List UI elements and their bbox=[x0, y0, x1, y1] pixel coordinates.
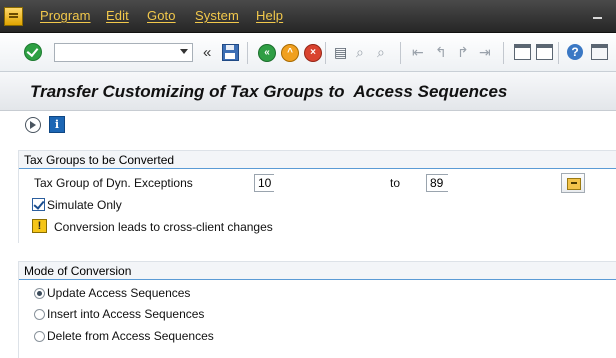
toolbar-separator bbox=[503, 42, 504, 64]
to-label: to bbox=[390, 176, 401, 190]
save-icon bbox=[222, 44, 239, 61]
last-page-icon[interactable]: ⇥ bbox=[479, 44, 491, 61]
exit-button[interactable]: ^ bbox=[281, 44, 299, 62]
menu-program[interactable]: Program bbox=[40, 8, 91, 23]
radio-update-access-sequences[interactable] bbox=[34, 288, 45, 299]
cancel-button[interactable]: × bbox=[304, 44, 322, 62]
exit-icon: ^ bbox=[281, 44, 299, 62]
back-button[interactable]: « bbox=[258, 44, 276, 62]
expand-command-icon[interactable]: « bbox=[203, 44, 211, 61]
simulate-only-checkbox[interactable] bbox=[32, 198, 45, 211]
tax-group-to-field[interactable]: 89 bbox=[426, 174, 448, 192]
simulate-only-label: Simulate Only bbox=[47, 198, 122, 212]
cancel-icon: × bbox=[304, 44, 322, 62]
new-session-icon[interactable] bbox=[514, 44, 531, 60]
next-page-icon[interactable]: ↱ bbox=[457, 44, 469, 61]
multiple-selection-button[interactable] bbox=[561, 173, 585, 193]
command-dropdown-icon[interactable] bbox=[180, 49, 188, 54]
multiple-selection-icon bbox=[567, 178, 581, 190]
previous-page-icon[interactable]: ↰ bbox=[435, 44, 447, 61]
toolbar-separator bbox=[247, 42, 248, 64]
menu-bar: Program Edit Goto System Help bbox=[0, 0, 616, 33]
menu-edit[interactable]: Edit bbox=[106, 8, 129, 23]
menu-goto[interactable]: Goto bbox=[147, 8, 176, 23]
help-icon[interactable]: ? bbox=[567, 44, 583, 60]
radio-insert-access-sequences[interactable] bbox=[34, 309, 45, 320]
radio-label-update: Update Access Sequences bbox=[47, 286, 191, 300]
print-icon[interactable]: ▤ bbox=[334, 44, 347, 61]
page-title: Transfer Customizing of Tax Groups to Ac… bbox=[30, 82, 508, 101]
command-field[interactable] bbox=[54, 43, 193, 62]
shortcut-icon[interactable] bbox=[536, 44, 553, 60]
ok-icon bbox=[24, 43, 42, 61]
layout-icon[interactable] bbox=[591, 44, 608, 60]
radio-label-insert: Insert into Access Sequences bbox=[47, 307, 205, 321]
ok-button[interactable] bbox=[24, 43, 42, 61]
radio-label-delete: Delete from Access Sequences bbox=[47, 329, 214, 343]
first-page-icon[interactable]: ⇤ bbox=[412, 44, 424, 61]
toolbar-separator bbox=[558, 42, 559, 64]
minimize-icon[interactable] bbox=[593, 17, 602, 19]
radio-delete-access-sequences[interactable] bbox=[34, 331, 45, 342]
execute-icon[interactable] bbox=[25, 117, 41, 133]
save-button[interactable] bbox=[222, 44, 240, 62]
toolbar-separator bbox=[325, 42, 326, 64]
toolbar-separator bbox=[400, 42, 401, 64]
warning-text: Conversion leads to cross-client changes bbox=[54, 220, 273, 234]
find-icon[interactable]: ⌕ bbox=[356, 44, 364, 61]
tax-group-from-field[interactable]: 10 bbox=[254, 174, 274, 192]
warning-icon: ! bbox=[32, 219, 47, 233]
tax-group-label: Tax Group of Dyn. Exceptions bbox=[34, 176, 193, 190]
back-icon: « bbox=[258, 44, 276, 62]
find-next-icon[interactable]: ⌕ bbox=[377, 44, 385, 61]
menu-system[interactable]: System bbox=[195, 8, 239, 23]
sap-menu-icon[interactable] bbox=[4, 7, 23, 26]
title-bar: Transfer Customizing of Tax Groups to Ac… bbox=[0, 72, 616, 111]
info-icon[interactable]: i bbox=[49, 116, 65, 133]
menu-help[interactable]: Help bbox=[256, 8, 283, 23]
